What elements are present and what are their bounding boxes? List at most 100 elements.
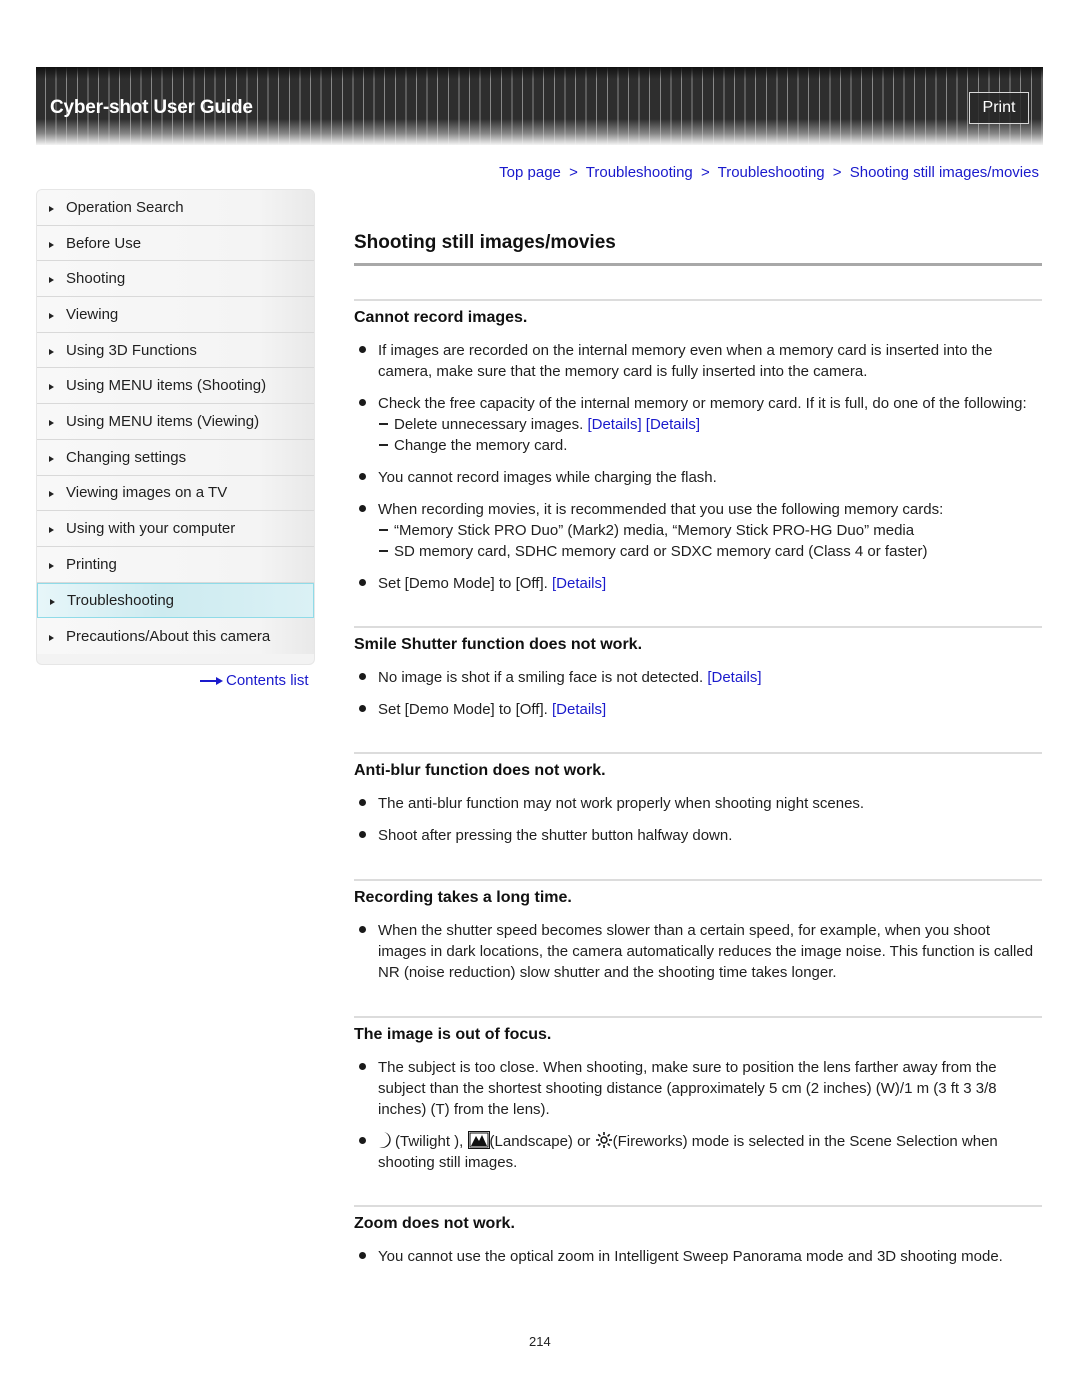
page-title: Shooting still images/movies <box>354 232 616 253</box>
list-item: The anti-blur function may not work prop… <box>354 793 1042 814</box>
sidebar-nav: Operation Search Before Use Shooting Vie… <box>36 189 315 665</box>
arrow-right-icon <box>49 491 54 498</box>
sidebar-item-label: Viewing <box>66 305 119 323</box>
sidebar-item-printing[interactable]: Printing <box>37 546 314 583</box>
list-item: (Twilight ), (Landscape) or (Fireworks) … <box>354 1131 1042 1173</box>
sidebar-item-computer[interactable]: Using with your computer <box>37 511 314 547</box>
arrow-right-icon <box>49 384 54 391</box>
breadcrumb-troubleshooting-sub[interactable]: Troubleshooting <box>718 164 825 181</box>
section-heading: Smile Shutter function does not work. <box>354 636 643 653</box>
header-banner: Cyber-shot User Guide Print <box>36 67 1043 145</box>
sub-item: Delete unnecessary images. [Details] [De… <box>378 414 1042 435</box>
contents-list-label: Contents list <box>226 672 309 689</box>
sub-item: Change the memory card. <box>378 435 1042 456</box>
breadcrumb-separator: > <box>569 164 578 181</box>
details-link[interactable]: [Details] <box>646 416 700 433</box>
sub-item: SD memory card, SDHC memory card or SDXC… <box>378 541 1042 562</box>
sidebar-item-menu-viewing[interactable]: Using MENU items (Viewing) <box>37 404 314 440</box>
sidebar-item-3d-functions[interactable]: Using 3D Functions <box>37 332 314 369</box>
sidebar-item-label: Before Use <box>66 234 142 252</box>
breadcrumb-separator: > <box>832 164 842 181</box>
print-button[interactable]: Print <box>969 92 1029 124</box>
sidebar-item-troubleshooting[interactable]: Troubleshooting <box>37 582 314 619</box>
arrow-right-icon <box>49 527 54 534</box>
list-item: You cannot use the optical zoom in Intel… <box>354 1246 1042 1267</box>
arrow-right-icon <box>49 562 54 569</box>
section-divider <box>354 752 1042 754</box>
details-link[interactable]: [Details] <box>552 575 606 592</box>
breadcrumb-current-page[interactable]: Shooting still images/movies <box>850 164 1039 181</box>
section-heading: The image is out of focus. <box>354 1026 552 1043</box>
list-item: The subject is too close. When shooting,… <box>354 1057 1042 1120</box>
section-smile-shutter: Smile Shutter function does not work. No… <box>354 636 1042 720</box>
sidebar-item-menu-shooting[interactable]: Using MENU items (Shooting) <box>37 368 314 405</box>
breadcrumb-troubleshooting[interactable]: Troubleshooting <box>586 164 693 181</box>
list-item: Check the free capacity of the internal … <box>354 393 1042 456</box>
section-divider <box>354 1205 1042 1207</box>
list-item: Set [Demo Mode] to [Off]. [Details] <box>354 573 1042 594</box>
sidebar-item-label: Using 3D Functions <box>66 341 197 359</box>
arrow-right-icon <box>49 348 54 355</box>
list-item: No image is shot if a smiling face is no… <box>354 667 1042 688</box>
breadcrumb: Top page > Troubleshooting > Troubleshoo… <box>499 164 1039 181</box>
list-item: Shoot after pressing the shutter button … <box>354 825 1042 846</box>
guide-title: Cyber-shot User Guide <box>50 97 253 118</box>
arrow-right-icon <box>49 205 54 212</box>
sidebar-item-shooting[interactable]: Shooting <box>37 261 314 298</box>
sidebar-item-before-use[interactable]: Before Use <box>37 225 314 262</box>
sidebar-item-viewing[interactable]: Viewing <box>37 297 314 333</box>
list-item: When the shutter speed becomes slower th… <box>354 920 1042 983</box>
arrow-right-icon <box>49 634 54 641</box>
section-anti-blur: Anti-blur function does not work. The an… <box>354 762 1042 846</box>
sidebar-item-precautions[interactable]: Precautions/About this camera <box>37 618 314 654</box>
sidebar-item-viewing-tv[interactable]: Viewing images on a TV <box>37 475 314 512</box>
sidebar-item-label: Using MENU items (Viewing) <box>66 412 260 430</box>
sidebar-item-changing-settings[interactable]: Changing settings <box>37 439 314 476</box>
sidebar-item-label: Viewing images on a TV <box>66 484 228 502</box>
contents-list-link[interactable]: Contents list <box>200 672 309 689</box>
sidebar-item-label: Using MENU items (Shooting) <box>66 377 267 395</box>
arrow-right-icon <box>49 241 54 248</box>
arrow-right-icon <box>49 419 54 426</box>
sub-item: “Memory Stick PRO Duo” (Mark2) media, “M… <box>378 520 1042 541</box>
details-link[interactable]: [Details] <box>587 416 641 433</box>
arrow-right-icon <box>49 312 54 319</box>
sidebar-item-label: Shooting <box>66 270 126 288</box>
list-item: When recording movies, it is recommended… <box>354 499 1042 562</box>
details-link[interactable]: [Details] <box>707 669 761 686</box>
arrow-right-icon <box>49 455 54 462</box>
breadcrumb-separator: > <box>700 164 710 181</box>
arrow-right-icon <box>49 277 54 284</box>
section-heading: Anti-blur function does not work. <box>354 762 606 779</box>
arrow-right-icon <box>200 676 223 685</box>
sidebar-item-label: Precautions/About this camera <box>66 627 271 645</box>
details-link[interactable]: [Details] <box>552 701 606 718</box>
list-item: Set [Demo Mode] to [Off]. [Details] <box>354 699 1042 720</box>
section-out-of-focus: The image is out of focus. The subject i… <box>354 1026 1042 1173</box>
page-number: 214 <box>529 1334 551 1349</box>
fireworks-icon <box>595 1132 612 1148</box>
breadcrumb-top-page[interactable]: Top page <box>499 164 561 181</box>
section-divider <box>354 626 1042 628</box>
list-item: If images are recorded on the internal m… <box>354 340 1042 382</box>
sidebar-item-label: Troubleshooting <box>67 591 175 609</box>
arrow-right-icon <box>50 598 55 605</box>
list-item: You cannot record images while charging … <box>354 467 1042 488</box>
section-divider <box>354 299 1042 301</box>
sidebar-item-label: Changing settings <box>66 448 187 466</box>
sidebar-item-label: Printing <box>66 555 117 573</box>
main-content: Shooting still images/movies Cannot reco… <box>354 230 1042 1267</box>
section-cannot-record: Cannot record images. If images are reco… <box>354 309 1042 594</box>
sidebar-item-operation-search[interactable]: Operation Search <box>37 190 314 226</box>
landscape-mountain-icon <box>467 1131 490 1149</box>
sidebar-item-label: Using with your computer <box>66 520 236 538</box>
title-divider <box>354 263 1042 266</box>
section-divider <box>354 879 1042 881</box>
section-recording-long: Recording takes a long time. When the sh… <box>354 889 1042 983</box>
section-heading: Zoom does not work. <box>354 1215 515 1232</box>
twilight-moon-icon <box>379 1132 391 1148</box>
sidebar-item-label: Operation Search <box>66 198 184 216</box>
section-divider <box>354 1016 1042 1018</box>
section-heading: Recording takes a long time. <box>354 889 572 906</box>
section-zoom: Zoom does not work. You cannot use the o… <box>354 1215 1042 1267</box>
